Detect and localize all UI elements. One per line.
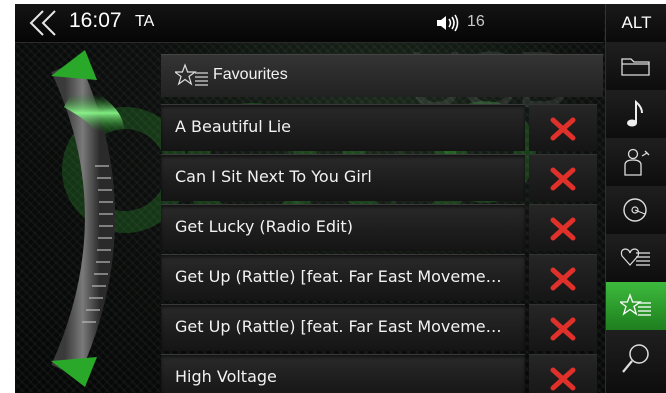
remove-favourite-button[interactable] [529,104,597,151]
remove-favourite-button[interactable] [529,204,597,251]
clock: 16:07 [69,9,122,32]
list-item[interactable]: Can I Sit Next To You Girl [161,154,525,201]
track-title: High Voltage [175,367,277,386]
star-list-icon [620,293,651,316]
list-item[interactable]: A Beautiful Lie [161,104,525,151]
favourites-header: Favourites [161,54,603,97]
favourites-label: Favourites [213,66,288,83]
music-note-icon [627,99,643,127]
track-title: Get Lucky (Radio Edit) [175,217,353,236]
delete-x-icon [550,267,576,291]
sidebar-item-playlists[interactable] [605,234,666,283]
alt-button[interactable]: ALT [605,4,666,43]
track-title: Get Up (Rattle) [feat. Far East Moveme… [175,267,502,286]
artist-icon [624,148,650,176]
remove-favourite-button[interactable] [529,354,597,393]
album-icon [623,198,647,222]
search-icon [622,344,649,373]
list-item[interactable]: Get Up (Rattle) [feat. Far East Moveme… [161,254,525,301]
sidebar-item-albums[interactable] [605,186,666,235]
back-double-chevron-icon[interactable] [27,8,61,38]
heart-list-icon [620,248,650,266]
list-item[interactable]: High Voltage [161,354,525,393]
volume-icon [437,14,459,32]
track-title: A Beautiful Lie [175,117,292,136]
remove-favourite-button[interactable] [529,304,597,351]
delete-x-icon [550,317,576,341]
remove-favourite-button[interactable] [529,154,597,201]
list-scroll-arc[interactable] [35,46,155,391]
track-title: Can I Sit Next To You Girl [175,167,372,186]
delete-x-icon [550,217,576,241]
sidebar-item-songs[interactable] [605,90,666,139]
delete-x-icon [550,367,576,391]
delete-x-icon [550,117,576,141]
star-list-icon [175,63,208,86]
traffic-announcement-indicator: TA [135,13,155,30]
track-title: Get Up (Rattle) [feat. Far East Moveme… [175,317,502,336]
delete-x-icon [550,167,576,191]
sidebar-item-favourites[interactable] [605,282,666,331]
sidebar-item-folders[interactable] [605,42,666,91]
source-sidebar [605,42,666,393]
car-media-screen: USB 16:07 TA 16 ALT [15,4,666,393]
status-bar: 16:07 TA 16 [15,4,604,43]
sidebar-item-search[interactable] [605,330,666,393]
sidebar-item-artists[interactable] [605,138,666,187]
remove-favourite-button[interactable] [529,254,597,301]
list-item[interactable]: Get Up (Rattle) [feat. Far East Moveme… [161,304,525,351]
list-item[interactable]: Get Lucky (Radio Edit) [161,204,525,251]
folder-icon [621,58,650,76]
volume-level: 16 [467,13,485,30]
